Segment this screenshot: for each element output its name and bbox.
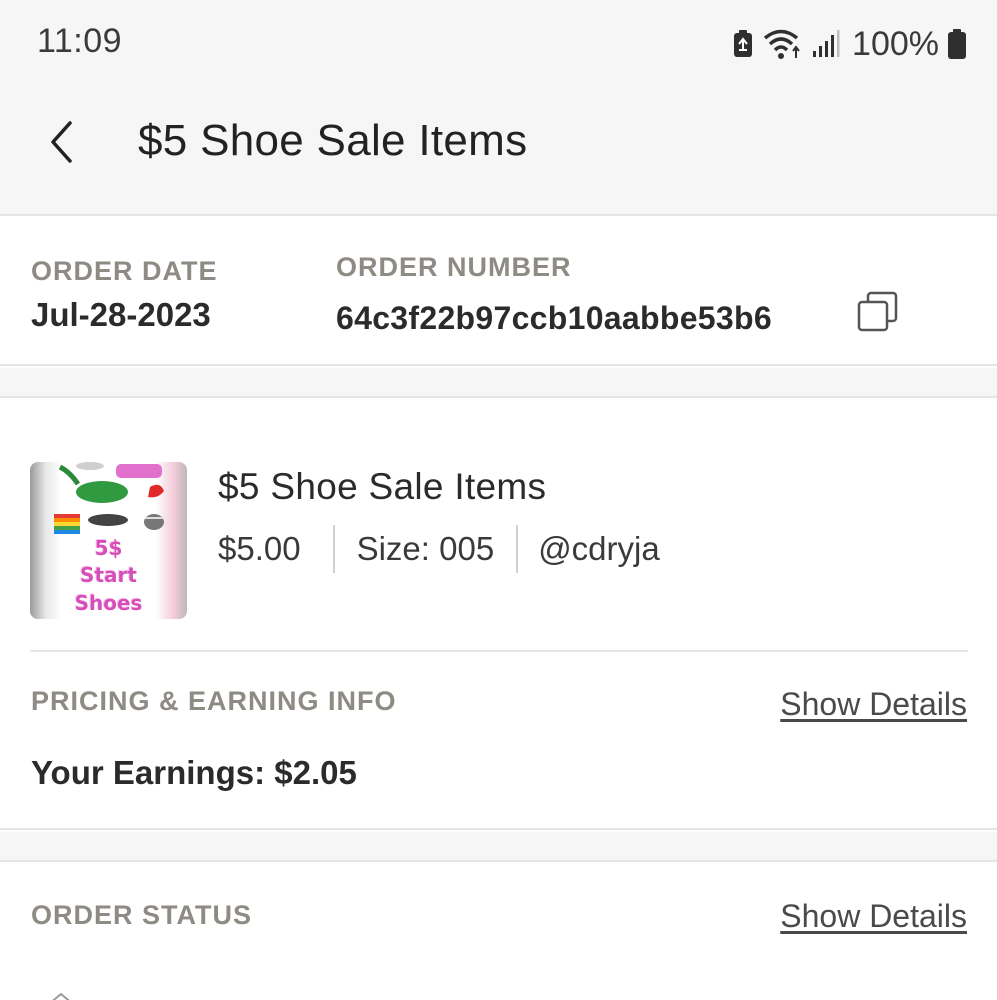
thumbnail-caption-line: Start bbox=[80, 563, 137, 587]
item-meta: $5.00 Size: 005 @cdryja bbox=[218, 524, 660, 574]
meta-divider bbox=[516, 525, 519, 573]
order-date-label: ORDER DATE bbox=[31, 256, 218, 286]
item-size: Size: 005 bbox=[356, 530, 495, 567]
battery-saver-icon bbox=[732, 29, 754, 59]
order-status-section: ORDER STATUS Show Details bbox=[0, 864, 997, 1000]
meta-divider bbox=[332, 525, 335, 573]
battery-icon bbox=[947, 28, 967, 60]
your-earnings: Your Earnings: $2.05 bbox=[31, 754, 357, 791]
divider bbox=[30, 650, 968, 652]
order-status-show-details-link[interactable]: Show Details bbox=[780, 898, 967, 935]
status-step-icon bbox=[52, 992, 70, 1000]
signal-icon bbox=[812, 29, 840, 59]
item-thumbnail[interactable]: 5$ Start Shoes bbox=[30, 462, 187, 619]
order-number-label: ORDER NUMBER bbox=[336, 252, 572, 282]
thumbnail-caption-line: Shoes bbox=[74, 591, 143, 615]
pricing-earning-label: PRICING & EARNING INFO bbox=[31, 686, 397, 716]
thumbnail-caption-line: 5$ bbox=[94, 536, 123, 560]
status-bar: 11:09 100% bbox=[0, 0, 997, 88]
wifi-icon bbox=[762, 28, 804, 60]
copy-order-number-button[interactable] bbox=[856, 290, 900, 334]
order-status-label: ORDER STATUS bbox=[31, 900, 252, 930]
status-icons: 100% bbox=[732, 22, 967, 66]
page-title: $5 Shoe Sale Items bbox=[138, 116, 528, 165]
item-price: $5.00 bbox=[218, 530, 301, 567]
order-number-value: 64c3f22b97ccb10aabbe53b6 bbox=[336, 300, 772, 336]
chevron-left-icon bbox=[48, 120, 76, 169]
app-header: $5 Shoe Sale Items bbox=[0, 88, 997, 216]
copy-icon bbox=[856, 291, 900, 338]
order-date-value: Jul-28-2023 bbox=[31, 296, 211, 333]
item-section: 5$ Start Shoes $5 Shoe Sale Items $5.00 … bbox=[0, 400, 997, 830]
back-button[interactable] bbox=[40, 118, 84, 170]
seller-username[interactable]: @cdryja bbox=[538, 530, 660, 568]
battery-percent: 100% bbox=[852, 24, 939, 63]
section-spacer bbox=[0, 368, 997, 398]
pricing-show-details-link[interactable]: Show Details bbox=[780, 686, 967, 723]
section-spacer bbox=[0, 832, 997, 862]
item-title[interactable]: $5 Shoe Sale Items bbox=[218, 466, 546, 508]
status-time: 11:09 bbox=[37, 22, 123, 60]
order-info-section: ORDER DATE Jul-28-2023 ORDER NUMBER 64c3… bbox=[0, 218, 997, 366]
